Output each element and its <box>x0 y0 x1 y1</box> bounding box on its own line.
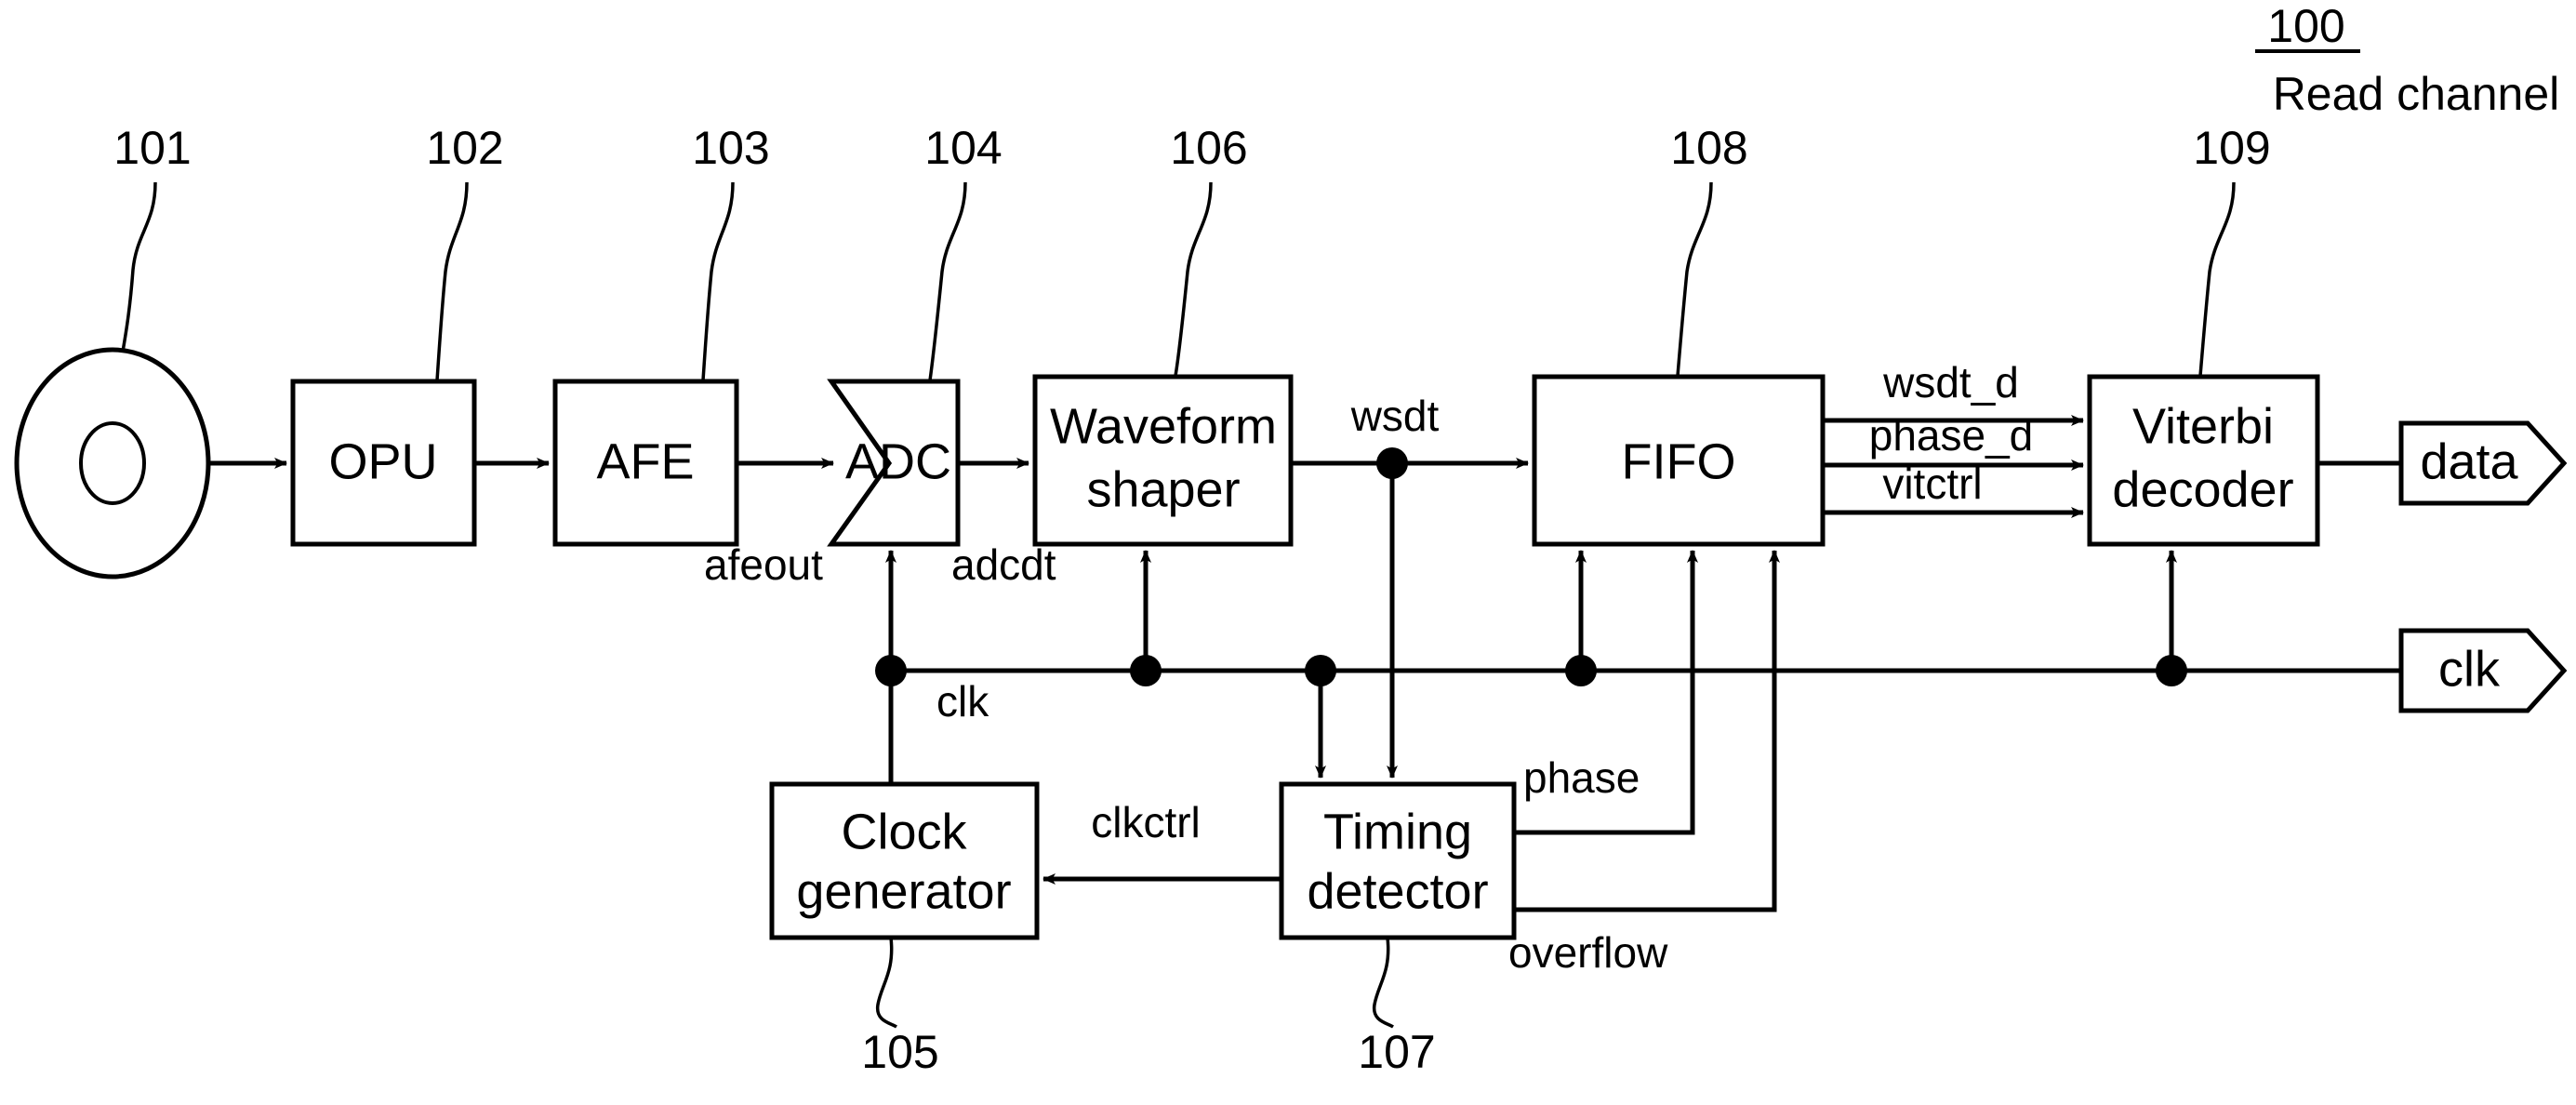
ref-109-group: 109 <box>2193 122 2271 377</box>
block-viterbi-decoder: Viterbi decoder <box>2087 374 2320 547</box>
data-port-label: data <box>2420 433 2518 489</box>
wire-overflow-to-fifo <box>1514 550 1780 912</box>
waveform-shaper-label-line2: shaper <box>1086 461 1240 517</box>
clk-port-label: clk <box>2438 641 2501 697</box>
ref-108-group: 108 <box>1670 122 1748 377</box>
ref-106-group: 106 <box>1170 122 1248 377</box>
fifo-label: FIFO <box>1622 433 1736 489</box>
ref-number-103: 103 <box>692 122 769 174</box>
label-wsdt: wsdt <box>1350 392 1440 440</box>
patent-figure-page: 100 Read channel 101 OPU 102 AFE 103 ADC… <box>0 0 2576 1105</box>
waveform-shaper-label-line1: Waveform <box>1050 398 1277 454</box>
timing-detector-label-line2: detector <box>1307 863 1488 919</box>
ref-103-group: 103 <box>692 122 770 381</box>
viterbi-label-line2: decoder <box>2112 461 2293 517</box>
ref-number-108: 108 <box>1670 122 1747 174</box>
ref-number-107: 107 <box>1358 1026 1435 1078</box>
ref-105-group: 105 <box>861 937 939 1078</box>
ref-107-group: 107 <box>1358 937 1436 1078</box>
ref-leader-108 <box>1676 181 1713 377</box>
label-phase_d: phase_d <box>1869 411 2034 459</box>
adc-label: ADC <box>845 433 951 489</box>
ref-leader-104 <box>928 181 967 381</box>
ref-leader-109 <box>2198 181 2236 377</box>
junction-clk-timing-detector <box>1305 655 1336 686</box>
junction-clk-waveform-shaper <box>1130 655 1162 686</box>
clock-generator-label-line1: Clock <box>841 804 967 859</box>
label-vitctrl: vitctrl <box>1882 459 1982 508</box>
clock-generator-label-line2: generator <box>796 863 1011 919</box>
figure-reference: 100 Read channel <box>2255 0 2559 120</box>
ref-leader-101 <box>121 181 157 353</box>
ref-102-group: 102 <box>426 122 504 381</box>
label-clkctrl: clkctrl <box>1091 798 1201 846</box>
viterbi-label-line1: Viterbi <box>2132 398 2274 454</box>
ref-number-102: 102 <box>426 122 503 174</box>
ref-leader-105 <box>876 937 897 1029</box>
label-adcdt: adcdt <box>951 540 1056 589</box>
clk-bus <box>875 550 2403 784</box>
block-fifo: FIFO <box>1532 374 1826 547</box>
afe-label: AFE <box>596 433 694 489</box>
ref-number-104: 104 <box>924 122 1002 174</box>
block-waveform-shaper: Waveform shaper <box>1032 374 1294 547</box>
ref-number-109: 109 <box>2193 122 2270 174</box>
timing-detector-label-line1: Timing <box>1323 804 1472 859</box>
timing-detector-to-fifo <box>1514 550 1780 912</box>
ref-number-101: 101 <box>113 122 191 174</box>
label-wsdt_d: wsdt_d <box>1882 358 2019 406</box>
ref-number-105: 105 <box>861 1026 938 1078</box>
ref-leader-106 <box>1174 181 1213 377</box>
ref-104-group: 104 <box>924 122 1003 381</box>
ref-leader-107 <box>1373 937 1394 1029</box>
output-port-data: data <box>2317 420 2568 506</box>
disc-hole <box>79 421 146 505</box>
label-phase: phase <box>1523 753 1640 802</box>
label-overflow: overflow <box>1508 928 1668 977</box>
label-clk-bus: clk <box>936 677 989 726</box>
ref-number-106: 106 <box>1170 122 1247 174</box>
ref-101-group: 101 <box>113 122 192 353</box>
junction-clk-viterbi <box>2156 655 2187 686</box>
label-afeout: afeout <box>704 540 823 589</box>
junction-clk-fifo <box>1565 655 1597 686</box>
block-opu: OPU <box>290 379 477 547</box>
output-port-clk: clk <box>2398 628 2568 713</box>
read-channel-block-diagram: 100 Read channel 101 OPU 102 AFE 103 ADC… <box>14 0 2568 1078</box>
ref-leader-103 <box>701 181 735 381</box>
junction-wsdt <box>1376 447 1408 479</box>
ref-leader-102 <box>435 181 469 381</box>
figure-ref-number: 100 <box>2267 0 2344 52</box>
optical-disc <box>14 347 211 579</box>
opu-label: OPU <box>328 433 437 489</box>
block-afe: AFE <box>552 379 739 547</box>
block-clock-generator: Clock generator <box>769 781 1040 940</box>
block-adc: ADC <box>827 379 961 547</box>
block-timing-detector: Timing detector <box>1279 781 1517 940</box>
figure-title: Read channel <box>2273 68 2560 120</box>
